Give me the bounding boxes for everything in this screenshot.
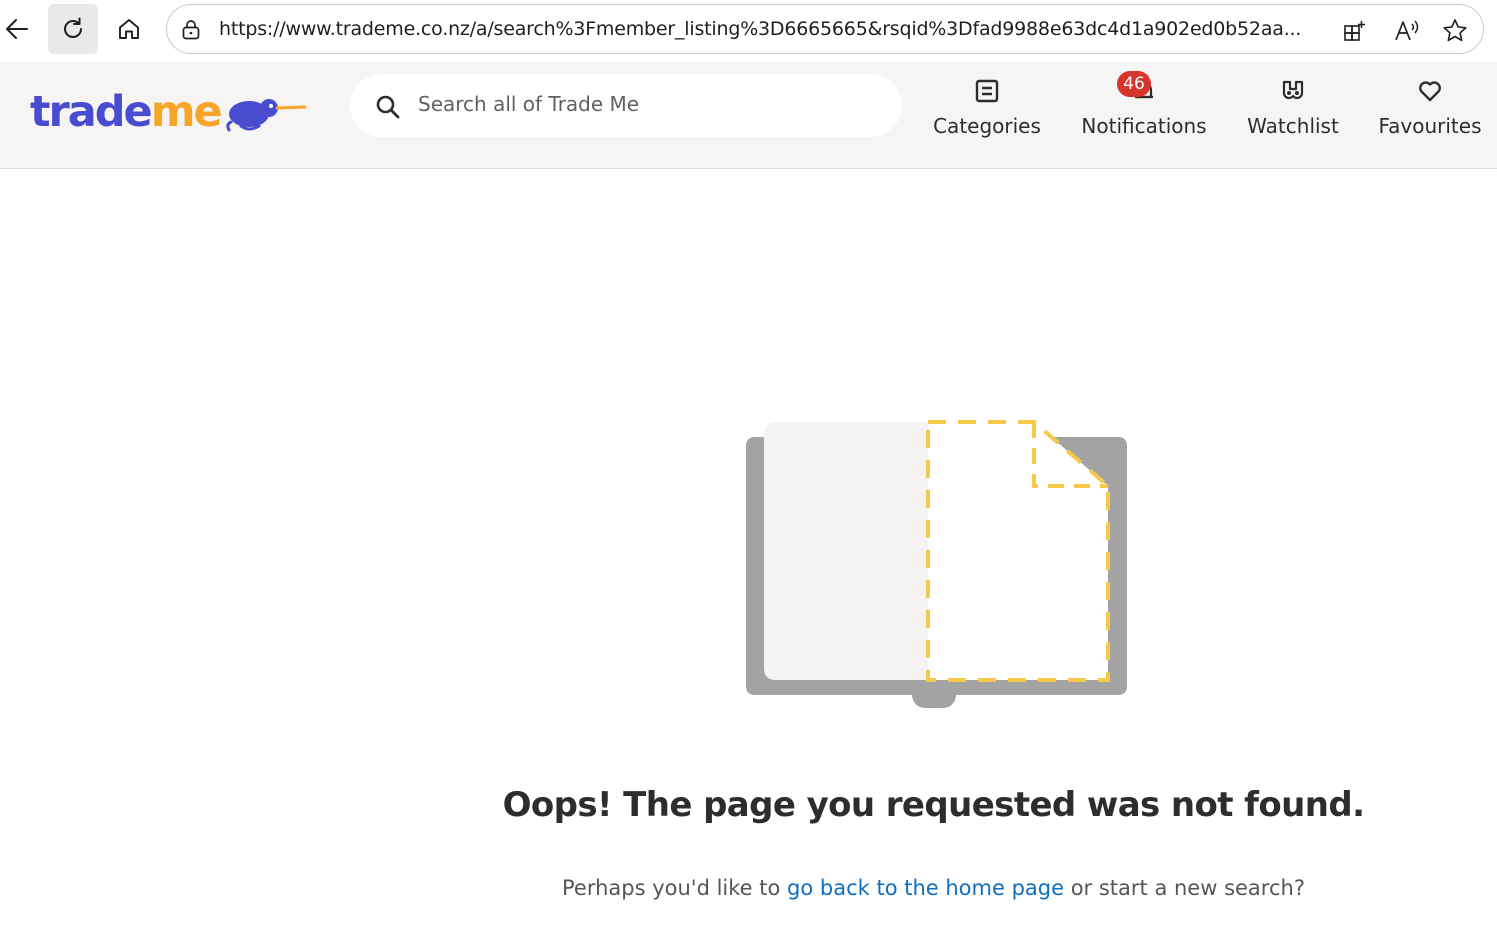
- notifications-count-badge: 46: [1117, 71, 1151, 97]
- page-title: Oops! The page you requested was not fou…: [502, 785, 1365, 825]
- nav-notifications-label: Notifications: [1081, 114, 1207, 138]
- back-button[interactable]: [0, 4, 42, 54]
- home-page-link[interactable]: go back to the home page: [787, 876, 1064, 900]
- browser-toolbar: https://www.trademe.co.nz/a/search%3Fmem…: [0, 0, 1497, 60]
- home-icon: [119, 19, 139, 39]
- nav-favourites-label: Favourites: [1378, 114, 1482, 138]
- not-found-message: Perhaps you'd like to go back to the hom…: [0, 876, 1497, 900]
- nav-categories[interactable]: Categories: [929, 72, 1045, 152]
- search-icon[interactable]: [374, 93, 402, 121]
- missing-page-illustration: [746, 420, 1127, 708]
- message-before: Perhaps you'd like to: [562, 876, 788, 900]
- heart-icon: [1419, 81, 1441, 102]
- reload-icon: [64, 17, 82, 38]
- nav-watchlist[interactable]: Watchlist: [1242, 72, 1344, 152]
- nav-watchlist-label: Watchlist: [1247, 114, 1339, 138]
- favorite-star-icon[interactable]: [1441, 17, 1469, 45]
- message-after: or start a new search?: [1064, 876, 1305, 900]
- address-bar[interactable]: https://www.trademe.co.nz/a/search%3Fmem…: [166, 4, 1484, 54]
- logo-text: trademe: [30, 87, 223, 137]
- reload-button[interactable]: [48, 4, 98, 54]
- nav-notifications[interactable]: 46 Notifications: [1076, 71, 1212, 152]
- nav-favourites[interactable]: Favourites: [1374, 72, 1486, 152]
- apps-icon[interactable]: [1341, 17, 1369, 45]
- kiwi-icon: [226, 99, 307, 132]
- home-button[interactable]: [104, 4, 154, 54]
- lock-icon[interactable]: [179, 18, 203, 42]
- read-aloud-icon[interactable]: [1393, 17, 1421, 45]
- categories-icon: [975, 79, 999, 103]
- trademe-logo[interactable]: trademe: [30, 82, 307, 142]
- site-header: trademe Categories 46 Notifications Watc…: [0, 62, 1497, 169]
- search-input[interactable]: [418, 92, 878, 116]
- site-search[interactable]: [350, 74, 902, 137]
- nav-categories-label: Categories: [933, 114, 1041, 138]
- back-arrow-icon: [6, 19, 28, 39]
- url-text[interactable]: https://www.trademe.co.nz/a/search%3Fmem…: [219, 18, 1329, 40]
- watchlist-binoculars-icon: [1282, 80, 1304, 100]
